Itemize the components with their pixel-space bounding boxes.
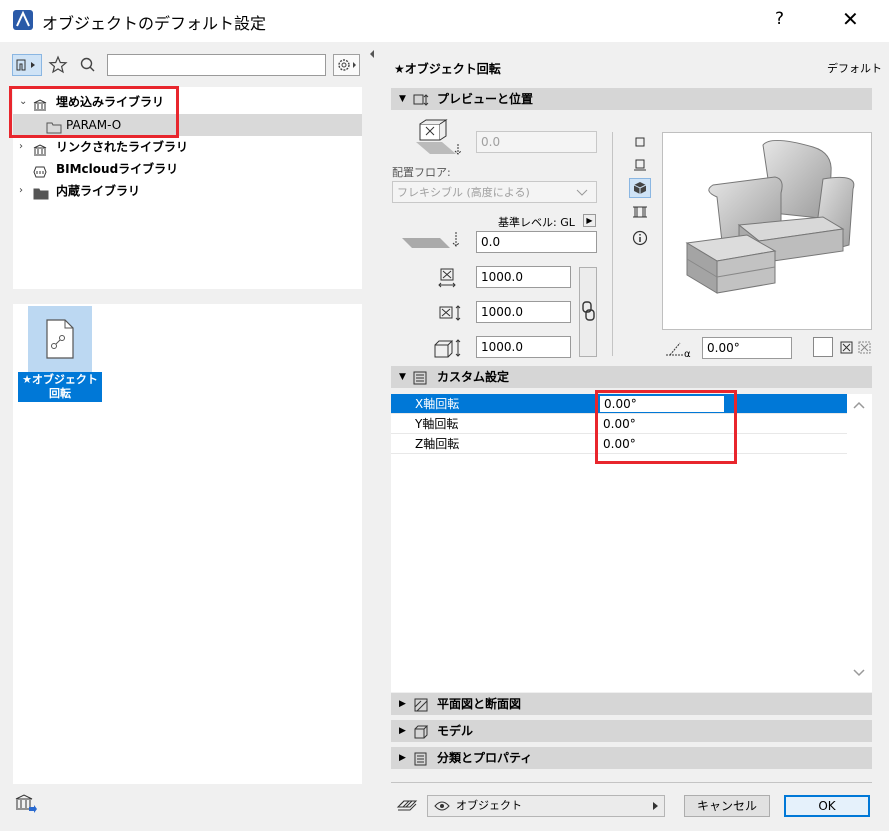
divider: [612, 132, 613, 356]
chevron-down-icon: [576, 189, 588, 196]
view-2d-plan-icon[interactable]: [629, 132, 651, 152]
offset-field[interactable]: 0.0: [476, 231, 597, 253]
window-title: オブジェクトのデフォルト設定: [42, 14, 267, 33]
object-3d-preview[interactable]: [662, 132, 872, 330]
caret-right-icon: ▶: [399, 699, 406, 709]
library-manager-icon[interactable]: [14, 793, 38, 815]
preview-icon: [413, 92, 429, 106]
section-custom-settings[interactable]: ▼ カスタム設定: [391, 366, 872, 388]
placement-floor-value: フレキシブル (高度による): [397, 186, 530, 199]
mirror-checkbox[interactable]: [813, 337, 833, 357]
ok-button[interactable]: OK: [784, 795, 870, 817]
model-cube-icon: [413, 724, 429, 739]
search-icon[interactable]: [78, 55, 98, 75]
tree-item-label: 内蔵ライブラリ: [56, 184, 141, 198]
section-title: プレビューと位置: [437, 92, 534, 106]
object-title: ★オブジェクト回転: [394, 62, 501, 76]
elevation-icon: [412, 118, 466, 158]
object-thumbnail[interactable]: [28, 306, 92, 372]
caret-down-icon: ▼: [399, 94, 406, 104]
panel-splitter[interactable]: [369, 44, 375, 831]
layer-icon: [396, 797, 418, 813]
placement-floor-label: 配置フロア:: [392, 166, 451, 179]
scroll-up-icon[interactable]: [852, 400, 866, 413]
tree-item-label: リンクされたライブラリ: [56, 140, 189, 154]
depth-field[interactable]: 1000.0: [476, 301, 571, 323]
highlight-box: [9, 86, 179, 138]
tree-item-bimcloud-library[interactable]: BIMcloudライブラリ: [13, 158, 362, 180]
height-icon: [432, 337, 464, 359]
folder-icon: [33, 185, 49, 200]
favorites-star-icon[interactable]: [48, 55, 68, 75]
chevron-right-icon[interactable]: ›: [19, 136, 23, 158]
section-title: 平面図と断面図: [437, 697, 522, 711]
section-plan-section[interactable]: ▶ 平面図と断面図: [391, 693, 872, 715]
scroll-down-icon[interactable]: [852, 668, 866, 681]
view-section-icon[interactable]: [629, 202, 651, 222]
search-input[interactable]: [107, 54, 326, 76]
mirror-icon: [839, 340, 873, 356]
svg-text:α: α: [684, 349, 691, 359]
classification-icon: [413, 751, 427, 766]
width-icon: [436, 268, 458, 288]
caret-right-icon: ▶: [399, 726, 406, 736]
caret-right-icon: [653, 802, 658, 810]
param-name: Y軸回転: [415, 417, 459, 431]
param-name: Z軸回転: [415, 437, 460, 451]
custom-settings-icon: [413, 370, 427, 385]
eye-icon: [434, 801, 450, 811]
archicad-logo-icon: [13, 10, 33, 30]
default-label: デフォルト: [827, 62, 882, 75]
reference-level-label: 基準レベル: GL: [498, 216, 575, 229]
caret-right-icon: ▶: [399, 753, 406, 763]
link-ratio-button[interactable]: [579, 267, 597, 357]
rotation-angle-icon: α: [664, 339, 696, 360]
elevation-field[interactable]: 0.0: [476, 131, 597, 153]
tree-item-builtin-library[interactable]: › 内蔵ライブラリ: [13, 180, 362, 202]
info-icon[interactable]: [629, 228, 651, 248]
layer-value: オブジェクト: [456, 799, 522, 812]
highlight-box: [595, 390, 737, 464]
tree-item-linked-library[interactable]: › リンクされたライブラリ: [13, 136, 362, 158]
section-model[interactable]: ▶ モデル: [391, 720, 872, 742]
offset-icon: [400, 228, 464, 252]
bimcloud-library-icon: [33, 163, 47, 178]
section-title: モデル: [437, 724, 474, 738]
gear-icon[interactable]: [333, 54, 360, 76]
close-button[interactable]: ✕: [842, 7, 859, 31]
view-elevation-icon[interactable]: [629, 155, 651, 175]
section-title: 分類とプロパティ: [437, 751, 533, 765]
chevron-right-icon[interactable]: ›: [19, 180, 23, 202]
view-3d-icon[interactable]: [629, 178, 651, 198]
help-button[interactable]: ?: [775, 9, 784, 29]
divider: [391, 782, 872, 783]
rotation-field[interactable]: 0.00°: [702, 337, 792, 359]
cancel-button[interactable]: キャンセル: [684, 795, 770, 817]
library-icon: [33, 141, 47, 156]
reference-level-menu-button[interactable]: ▶: [583, 214, 596, 227]
section-title: カスタム設定: [437, 370, 510, 384]
library-view-button[interactable]: [12, 54, 42, 76]
param-name: X軸回転: [415, 397, 460, 411]
plan-section-icon: [413, 697, 428, 712]
placement-floor-select[interactable]: フレキシブル (高度による): [392, 181, 597, 203]
depth-icon: [438, 303, 464, 323]
section-classification[interactable]: ▶ 分類とプロパティ: [391, 747, 872, 769]
tree-item-label: BIMcloudライブラリ: [56, 162, 179, 176]
object-tile-label[interactable]: ★オブジェクト回転: [18, 372, 102, 402]
height-field[interactable]: 1000.0: [476, 336, 571, 358]
width-field[interactable]: 1000.0: [476, 266, 571, 288]
caret-down-icon: ▼: [399, 372, 406, 382]
section-preview-position[interactable]: ▼ プレビューと位置: [391, 88, 872, 110]
layer-select[interactable]: オブジェクト: [427, 795, 665, 817]
